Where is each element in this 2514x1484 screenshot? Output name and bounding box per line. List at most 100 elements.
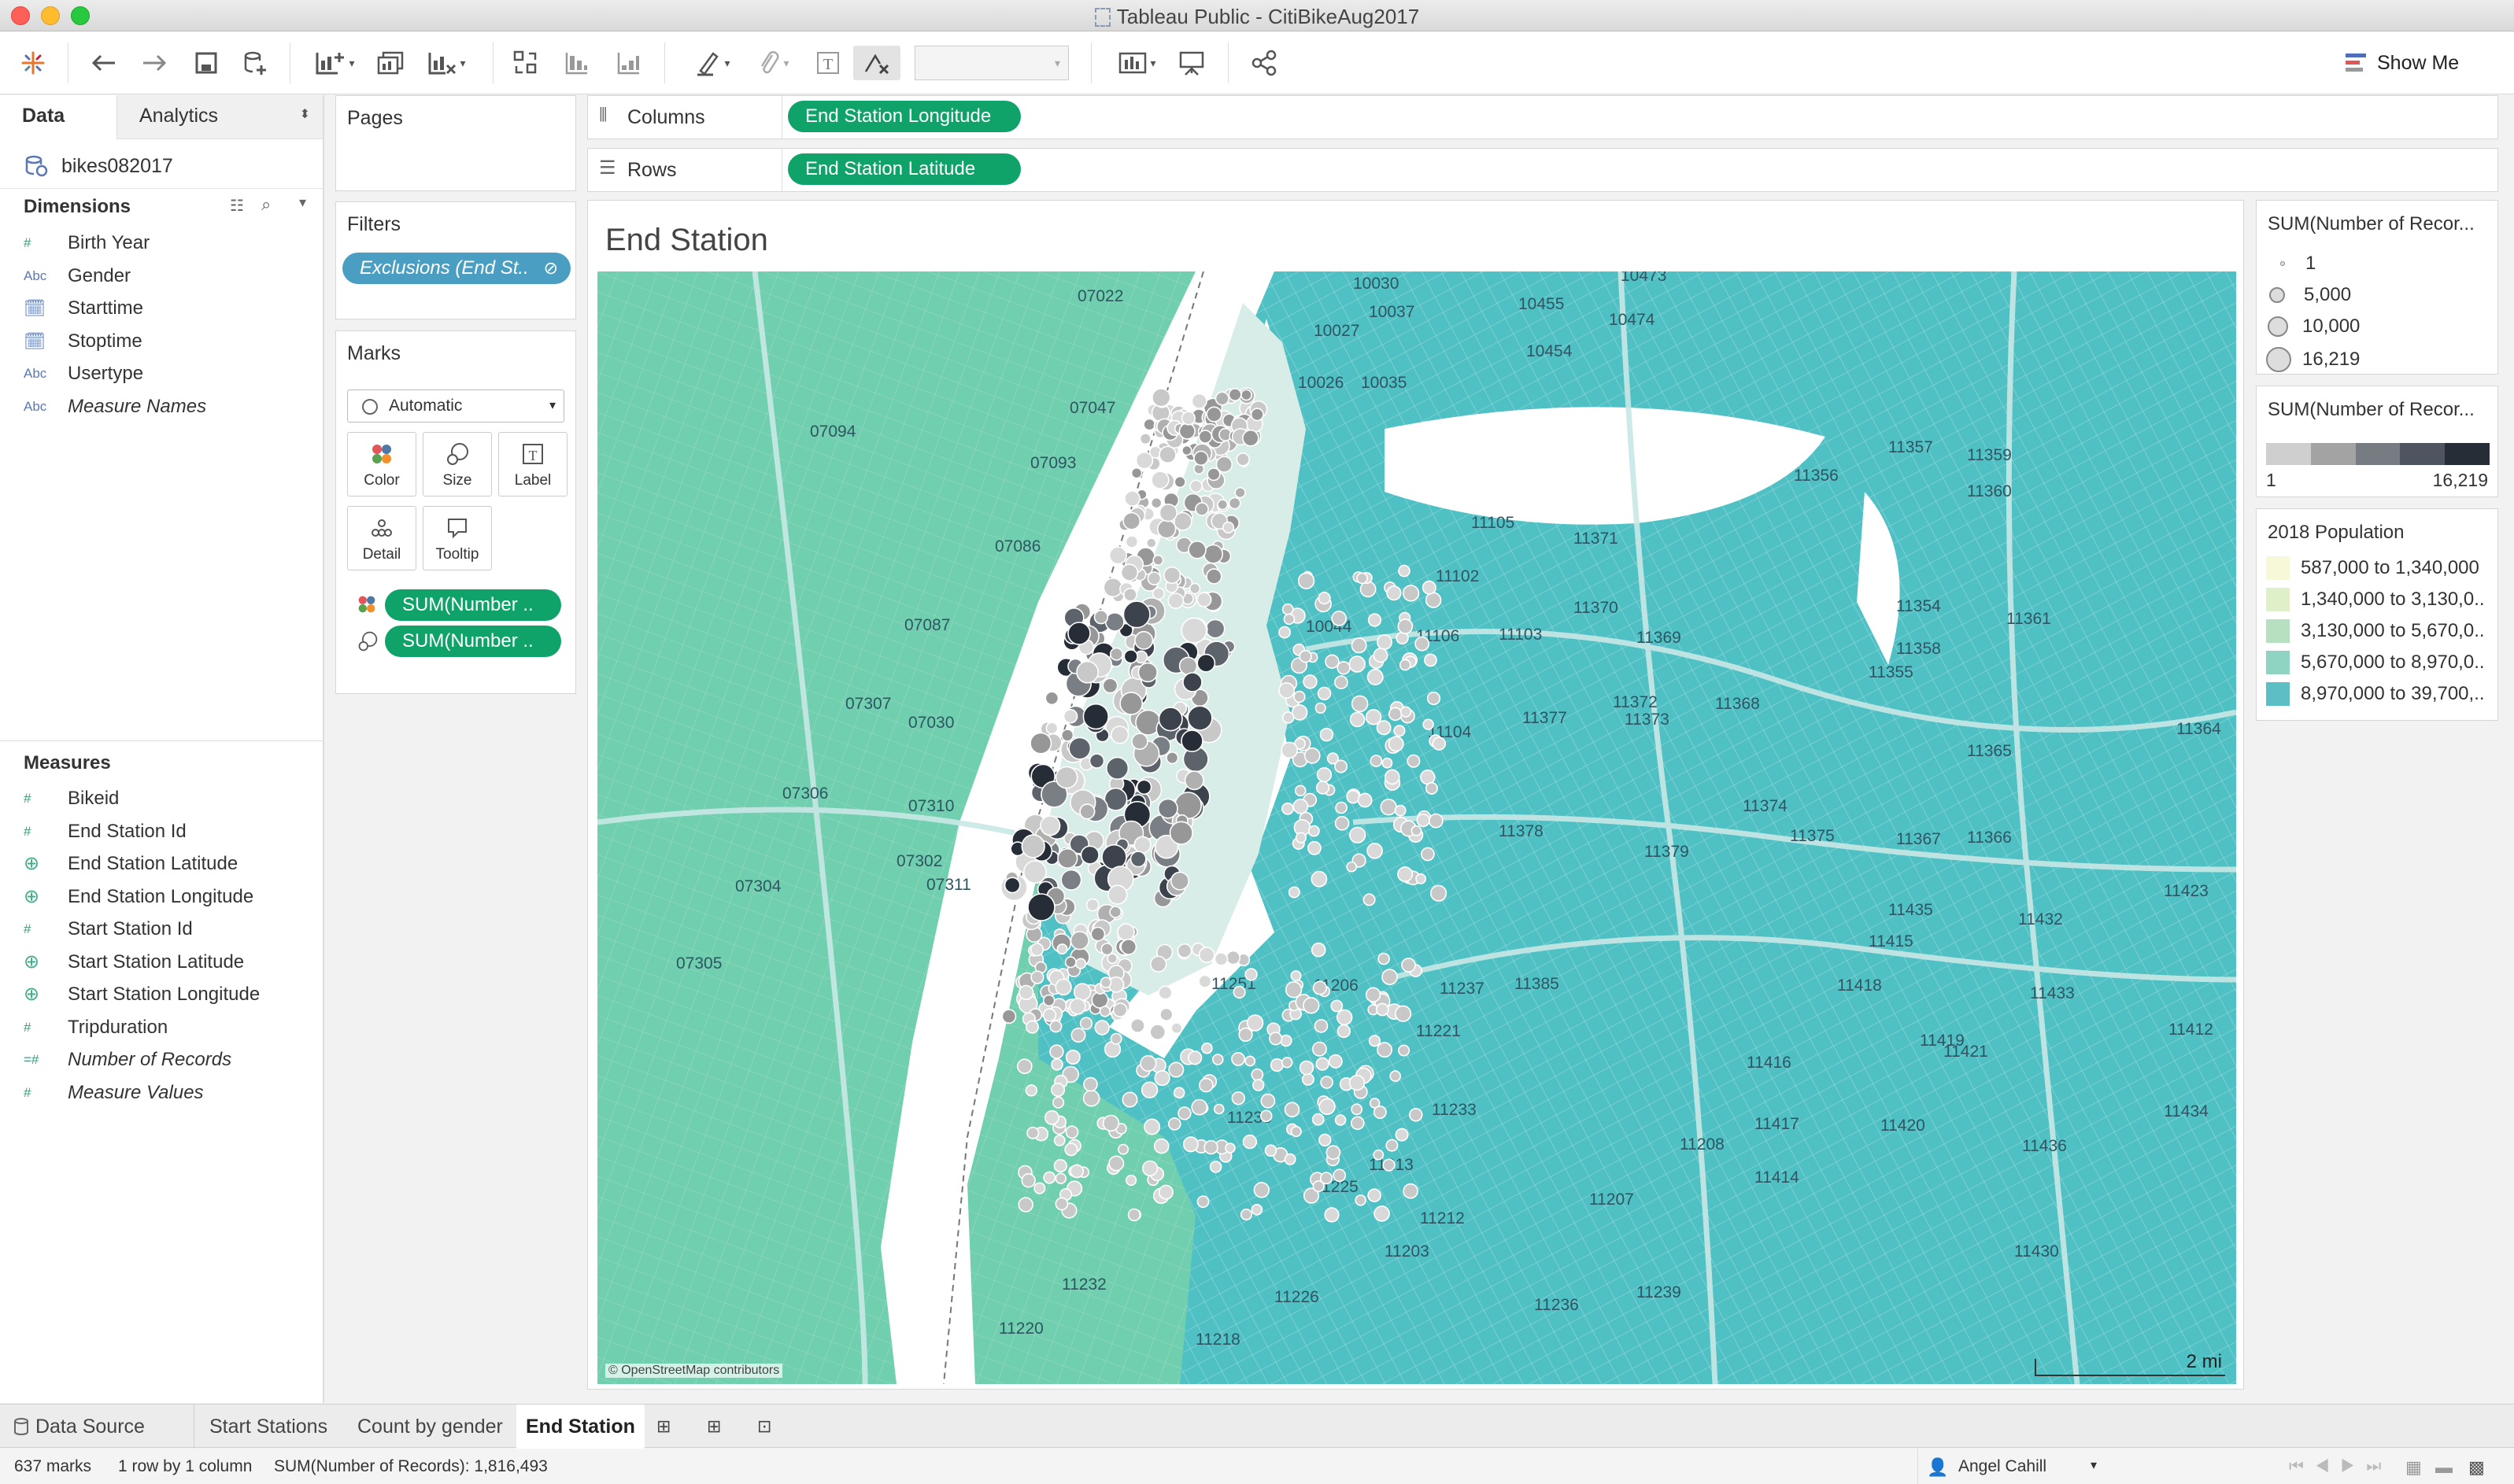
station-mark[interactable] bbox=[1149, 955, 1167, 973]
station-mark[interactable] bbox=[1159, 1007, 1174, 1022]
station-mark[interactable] bbox=[1167, 1117, 1181, 1131]
station-mark[interactable] bbox=[1198, 974, 1212, 988]
station-mark[interactable] bbox=[1203, 544, 1223, 564]
station-mark[interactable] bbox=[1093, 610, 1109, 625]
population-legend-item[interactable]: 8,970,000 to 39,700,.. bbox=[2266, 682, 2485, 706]
station-mark[interactable] bbox=[1102, 677, 1118, 694]
station-mark[interactable] bbox=[1331, 611, 1348, 626]
station-mark[interactable] bbox=[1068, 736, 1092, 760]
station-mark[interactable] bbox=[1184, 770, 1204, 791]
station-mark[interactable] bbox=[1022, 860, 1047, 884]
station-mark[interactable] bbox=[1281, 1057, 1293, 1069]
color-button[interactable]: Color bbox=[347, 432, 416, 497]
station-mark[interactable] bbox=[1203, 1139, 1218, 1155]
station-mark[interactable] bbox=[1316, 766, 1333, 783]
station-mark[interactable] bbox=[1380, 798, 1397, 816]
station-mark[interactable] bbox=[1398, 1044, 1410, 1057]
field-tripduration[interactable]: # Tripduration bbox=[24, 1013, 168, 1042]
station-mark[interactable] bbox=[1052, 1096, 1065, 1109]
station-mark[interactable] bbox=[1018, 1197, 1033, 1213]
station-mark[interactable] bbox=[1351, 1103, 1363, 1116]
station-mark[interactable] bbox=[1422, 718, 1434, 730]
station-mark[interactable] bbox=[1318, 592, 1331, 605]
field-end-station-latitude[interactable]: ⊕ End Station Latitude bbox=[24, 850, 238, 878]
station-mark[interactable] bbox=[1140, 1054, 1157, 1072]
station-mark[interactable] bbox=[1057, 847, 1078, 869]
station-mark[interactable] bbox=[1045, 722, 1059, 735]
station-mark[interactable] bbox=[1397, 618, 1414, 634]
station-mark[interactable] bbox=[1070, 931, 1089, 951]
station-mark[interactable] bbox=[1125, 1174, 1137, 1187]
station-mark[interactable] bbox=[1120, 563, 1139, 581]
station-mark[interactable] bbox=[1141, 1160, 1159, 1176]
station-mark[interactable] bbox=[1049, 1020, 1063, 1033]
station-mark[interactable] bbox=[1368, 1035, 1381, 1047]
station-mark[interactable] bbox=[1336, 1009, 1353, 1026]
station-mark[interactable] bbox=[1349, 711, 1366, 728]
station-mark[interactable] bbox=[1250, 408, 1264, 422]
station-mark[interactable] bbox=[1182, 1136, 1199, 1153]
station-mark[interactable] bbox=[1319, 1172, 1333, 1185]
station-mark[interactable] bbox=[1349, 826, 1366, 844]
field-start-station-longitude[interactable]: ⊕ Start Station Longitude bbox=[24, 980, 260, 1009]
station-mark[interactable] bbox=[1109, 647, 1123, 661]
station-mark[interactable] bbox=[1314, 1019, 1329, 1033]
station-mark[interactable] bbox=[1206, 406, 1222, 423]
show-filmstrip-icon[interactable]: ▦ bbox=[2405, 1457, 2422, 1478]
station-mark[interactable] bbox=[1136, 779, 1152, 796]
field-bikeid[interactable]: # Bikeid bbox=[24, 784, 119, 813]
station-mark[interactable] bbox=[1429, 884, 1447, 902]
station-mark[interactable] bbox=[1377, 952, 1390, 965]
station-mark[interactable] bbox=[1233, 985, 1246, 999]
station-mark[interactable] bbox=[1311, 1113, 1325, 1126]
station-mark[interactable] bbox=[1421, 847, 1435, 862]
station-mark[interactable] bbox=[1325, 654, 1340, 669]
field-gender[interactable]: Abc Gender bbox=[24, 262, 131, 290]
tab-analytics[interactable]: Analytics ⬍ bbox=[116, 95, 323, 139]
station-mark[interactable] bbox=[1399, 659, 1411, 671]
station-mark[interactable] bbox=[1356, 572, 1368, 585]
station-mark[interactable] bbox=[1333, 1168, 1347, 1183]
station-mark[interactable] bbox=[1118, 1143, 1129, 1155]
station-mark[interactable] bbox=[1284, 1153, 1296, 1165]
station-mark[interactable] bbox=[1348, 1074, 1366, 1091]
save-icon[interactable] bbox=[189, 46, 224, 80]
station-mark[interactable] bbox=[1159, 445, 1177, 464]
station-mark[interactable] bbox=[1021, 1172, 1036, 1188]
station-mark[interactable] bbox=[1112, 1002, 1128, 1017]
new-dashboard-tab-icon[interactable]: ⊞ bbox=[697, 1405, 730, 1449]
station-mark[interactable] bbox=[1082, 703, 1109, 730]
station-mark[interactable] bbox=[1195, 502, 1209, 516]
station-mark[interactable] bbox=[1056, 943, 1068, 955]
station-mark[interactable] bbox=[1065, 1049, 1081, 1065]
station-mark[interactable] bbox=[1127, 1208, 1141, 1222]
new-worksheet-icon[interactable]: ▾ bbox=[307, 46, 362, 80]
station-mark[interactable] bbox=[1428, 813, 1444, 829]
rows-shelf[interactable]: ☰ Rows End Station Latitude bbox=[587, 148, 2498, 192]
station-mark[interactable] bbox=[1244, 1055, 1256, 1067]
user-name[interactable]: Angel Cahill bbox=[1958, 1457, 2046, 1476]
station-mark[interactable] bbox=[1139, 433, 1152, 445]
tab-start-stations[interactable]: Start Stations bbox=[200, 1405, 337, 1449]
station-mark[interactable] bbox=[1346, 789, 1360, 804]
station-mark[interactable] bbox=[1290, 1125, 1302, 1138]
station-mark[interactable] bbox=[1299, 650, 1312, 663]
station-mark[interactable] bbox=[1281, 603, 1294, 615]
station-mark[interactable] bbox=[1251, 1204, 1263, 1216]
show-sheet-sorter-icon[interactable]: ▬ bbox=[2435, 1457, 2453, 1478]
station-mark[interactable] bbox=[1080, 845, 1100, 865]
population-legend-item[interactable]: 587,000 to 1,340,000 bbox=[2266, 556, 2479, 580]
station-mark[interactable] bbox=[1278, 682, 1296, 700]
station-mark[interactable] bbox=[1018, 984, 1034, 1001]
show-tabs-icon[interactable]: ▩ bbox=[2468, 1457, 2485, 1478]
station-mark[interactable] bbox=[1123, 649, 1138, 664]
station-mark[interactable] bbox=[1294, 784, 1307, 797]
station-mark[interactable] bbox=[1335, 801, 1348, 814]
station-mark[interactable] bbox=[1089, 753, 1105, 769]
undo-icon[interactable] bbox=[87, 46, 121, 80]
field-measure-values[interactable]: # Measure Values bbox=[24, 1079, 204, 1107]
view-title[interactable]: End Station bbox=[605, 223, 768, 258]
population-legend-item[interactable]: 3,130,000 to 5,670,0.. bbox=[2266, 619, 2485, 643]
station-mark[interactable] bbox=[1067, 622, 1091, 645]
station-mark[interactable] bbox=[1101, 844, 1127, 870]
